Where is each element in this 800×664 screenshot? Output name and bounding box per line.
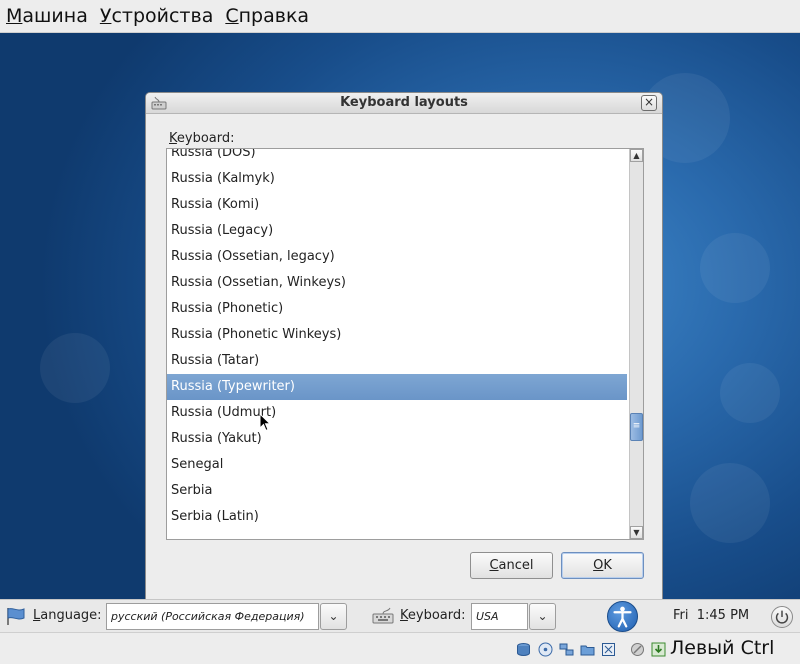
keyboard-label: Keyboard: [400,608,466,623]
power-icon[interactable] [771,606,793,628]
desktop-bubble [690,463,770,543]
vm-menubar: Машина Устройства Справка [0,0,800,33]
language-flag-icon [7,608,25,625]
list-item[interactable]: Russia (Legacy) [167,218,627,244]
network-icon[interactable] [559,642,574,657]
desktop-bubble [40,333,110,403]
language-combo[interactable]: русский (Российская Федерация) [106,603,319,630]
vm-statusbar: Левый Ctrl [0,632,800,664]
host-key-label: Левый Ctrl [670,637,775,659]
chevron-down-icon[interactable]: ⌄ [529,603,556,630]
list-item[interactable]: Serbia (Latin) [167,504,627,530]
keyboard-icon [372,607,394,624]
list-item[interactable]: Senegal [167,452,627,478]
desktop-bubble [700,233,770,303]
list-item[interactable]: Russia (Udmurt) [167,400,627,426]
menu-machine[interactable]: Машина [6,5,88,27]
list-item[interactable] [167,530,627,539]
chevron-down-icon[interactable]: ⌄ [320,603,347,630]
keyboard-layouts-dialog: Keyboard layouts × Keyboard: Russia (DOS… [145,92,663,600]
accessibility-icon[interactable] [607,601,638,632]
list-item[interactable]: Russia (Yakut) [167,426,627,452]
dialog-titlebar[interactable]: Keyboard layouts × [146,93,662,114]
scroll-thumb[interactable]: ≡ [630,413,643,441]
list-item[interactable]: Russia (Tatar) [167,348,627,374]
list-items: Russia (DOS) Russia (Kalmyk) Russia (Komi)… [167,149,627,539]
close-icon[interactable]: × [641,95,657,111]
keyboard-layout-list[interactable]: Russia (DOS) Russia (Kalmyk) Russia (Komi)… [166,148,644,540]
mouse-integration-icon[interactable] [630,642,645,657]
scroll-up-icon[interactable]: ▲ [630,149,643,162]
list-item[interactable]: Russia (Phonetic Winkeys) [167,322,627,348]
list-scrollbar[interactable]: ▲ ≡ ▼ [629,149,643,539]
language-label: Language: [33,608,102,623]
list-item[interactable]: Russia (Phonetic) [167,296,627,322]
keyboard-capture-icon[interactable] [651,642,666,657]
dialog-title: Keyboard layouts [340,95,468,110]
shared-folder-icon[interactable] [580,642,595,657]
list-item[interactable]: Russia (Typewriter) [167,374,627,400]
cancel-button[interactable]: Cancel [470,552,553,579]
ok-button[interactable]: OK [561,552,644,579]
list-item[interactable]: Russia (Kalmyk) [167,166,627,192]
list-item[interactable]: Russia (DOS) [167,149,627,166]
display-icon[interactable] [601,642,616,657]
list-item[interactable]: Russia (Ossetian, Winkeys) [167,270,627,296]
list-item[interactable]: Russia (Komi) [167,192,627,218]
keyboard-list-label: Keyboard: [169,131,235,146]
scroll-down-icon[interactable]: ▼ [630,526,643,539]
clock: Fri 1:45 PM [673,608,750,623]
desktop-bubble [720,363,780,423]
hard-disk-icon[interactable] [516,642,531,657]
menu-help[interactable]: Справка [225,5,309,27]
list-item[interactable]: Serbia [167,478,627,504]
installer-bottom-bar: Language: русский (Российская Федерация)… [0,599,800,632]
keyboard-combo[interactable]: USA [471,603,528,630]
optical-disk-icon[interactable] [538,642,553,657]
list-item[interactable]: Russia (Ossetian, legacy) [167,244,627,270]
menu-devices[interactable]: Устройства [100,5,213,27]
mouse-cursor-icon [259,413,271,432]
